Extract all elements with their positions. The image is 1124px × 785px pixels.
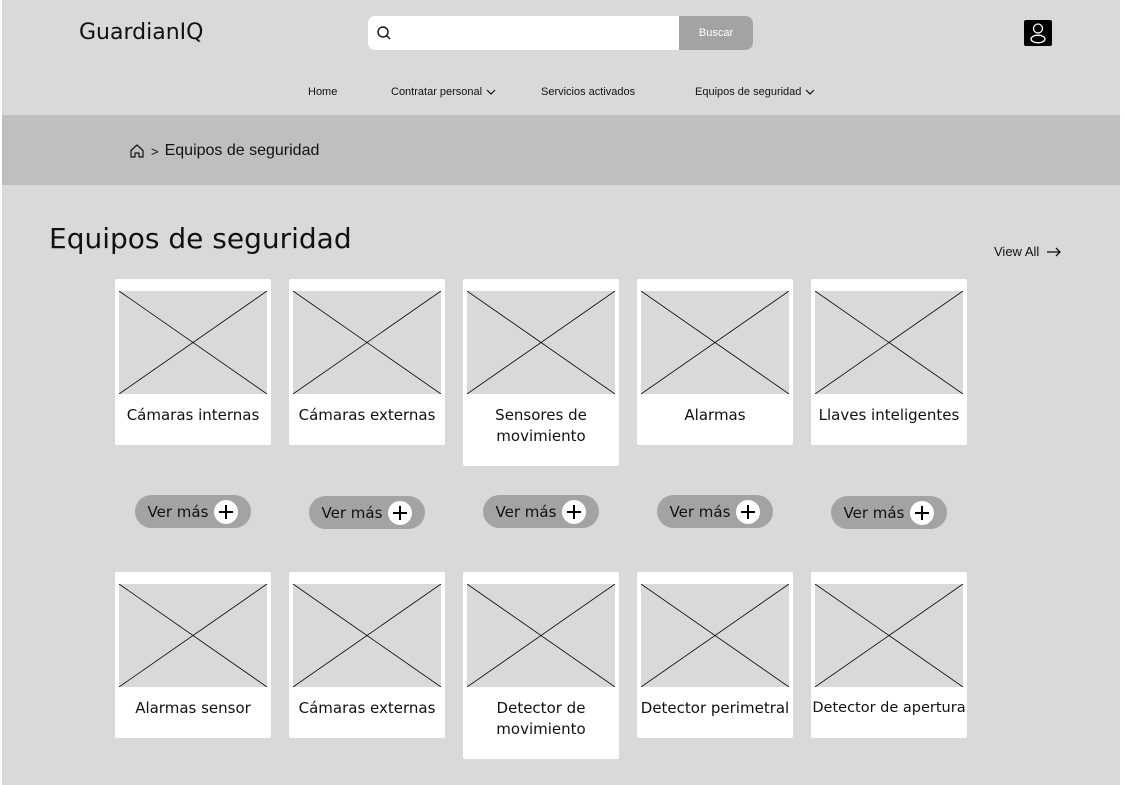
card-label: Alarmas sensor — [135, 699, 251, 717]
image-placeholder — [293, 291, 441, 394]
breadcrumb: > Equipos de seguridad — [129, 142, 319, 160]
nav-services[interactable]: Servicios activados — [541, 86, 635, 98]
nav-equipment[interactable]: Equipos de seguridad — [695, 86, 815, 98]
image-placeholder — [467, 584, 615, 687]
card-label: Cámaras internas — [126, 406, 260, 424]
search-icon — [377, 26, 391, 40]
breadcrumb-current: Equipos de seguridad — [164, 142, 320, 159]
breadcrumb-separator: > — [151, 143, 159, 159]
ver-mas-label: Ver más — [321, 503, 383, 522]
product-card[interactable]: Detector de movimiento — [463, 572, 619, 759]
product-card[interactable]: Llaves inteligentes — [811, 279, 967, 445]
product-card[interactable]: Cámaras externas — [289, 279, 445, 445]
nav-services-label: Servicios activados — [541, 86, 636, 98]
ver-mas-button[interactable]: Ver más — [483, 495, 599, 528]
page-frame: GuardianIQ Buscar Home Contratar persona… — [2, 0, 1120, 785]
image-placeholder — [293, 584, 441, 687]
ver-mas-button[interactable]: Ver más — [309, 496, 425, 529]
ver-mas-label: Ver más — [669, 502, 731, 521]
image-placeholder — [467, 291, 615, 394]
ver-mas-button[interactable]: Ver más — [831, 496, 947, 529]
image-placeholder — [119, 291, 267, 394]
card-label: Detector de movimiento — [496, 699, 586, 738]
card-label: Alarmas — [684, 406, 746, 424]
page-title: Equipos de seguridad — [49, 222, 352, 255]
product-card[interactable]: Alarmas — [637, 279, 793, 445]
card-label: Llaves inteligentes — [818, 406, 960, 424]
arrow-right-icon — [1047, 247, 1062, 256]
product-card[interactable]: Cámaras internas — [115, 279, 271, 445]
nav-equipment-label: Equipos de seguridad — [695, 86, 802, 98]
plus-icon — [388, 500, 413, 525]
home-icon[interactable] — [129, 143, 145, 159]
image-placeholder — [641, 584, 789, 687]
card-label: Cámaras externas — [298, 406, 436, 424]
ver-mas-button[interactable]: Ver más — [135, 495, 251, 528]
product-card[interactable]: Alarmas sensor — [115, 572, 271, 738]
product-card[interactable]: Detector de apertura — [811, 572, 967, 738]
logo[interactable]: GuardianIQ — [79, 20, 203, 45]
view-all-link[interactable]: View All — [994, 244, 1062, 259]
image-placeholder — [815, 584, 963, 687]
nav-hire-label: Contratar personal — [391, 86, 483, 98]
image-placeholder — [815, 291, 963, 394]
product-card[interactable]: Cámaras externas — [289, 572, 445, 738]
ver-mas-button[interactable]: Ver más — [657, 495, 773, 528]
card-label: Sensores de movimiento — [495, 406, 587, 445]
ver-mas-label: Ver más — [147, 502, 209, 521]
ver-mas-label: Ver más — [495, 502, 557, 521]
search-button[interactable]: Buscar — [679, 16, 753, 50]
plus-icon — [562, 499, 587, 524]
chevron-down-icon — [805, 89, 815, 95]
ver-mas-label: Ver más — [843, 503, 905, 522]
image-placeholder — [641, 291, 789, 394]
search-bar: Buscar — [368, 16, 753, 50]
chevron-down-icon — [486, 89, 496, 95]
nav-hire[interactable]: Contratar personal — [391, 86, 496, 98]
user-icon[interactable] — [1024, 20, 1052, 46]
product-card[interactable]: Detector perimetral — [637, 572, 793, 738]
product-card[interactable]: Sensores de movimiento — [463, 279, 619, 466]
nav-home[interactable]: Home — [308, 86, 337, 98]
card-label: Cámaras externas — [298, 699, 436, 717]
card-label: Detector perimetral — [640, 699, 790, 717]
plus-icon — [214, 499, 239, 524]
view-all-label: View All — [994, 244, 1040, 259]
plus-icon — [910, 500, 935, 525]
nav-home-label: Home — [308, 86, 338, 98]
plus-icon — [736, 499, 761, 524]
image-placeholder — [119, 584, 267, 687]
card-label: Detector de apertura — [812, 700, 966, 716]
search-input[interactable] — [398, 16, 678, 50]
